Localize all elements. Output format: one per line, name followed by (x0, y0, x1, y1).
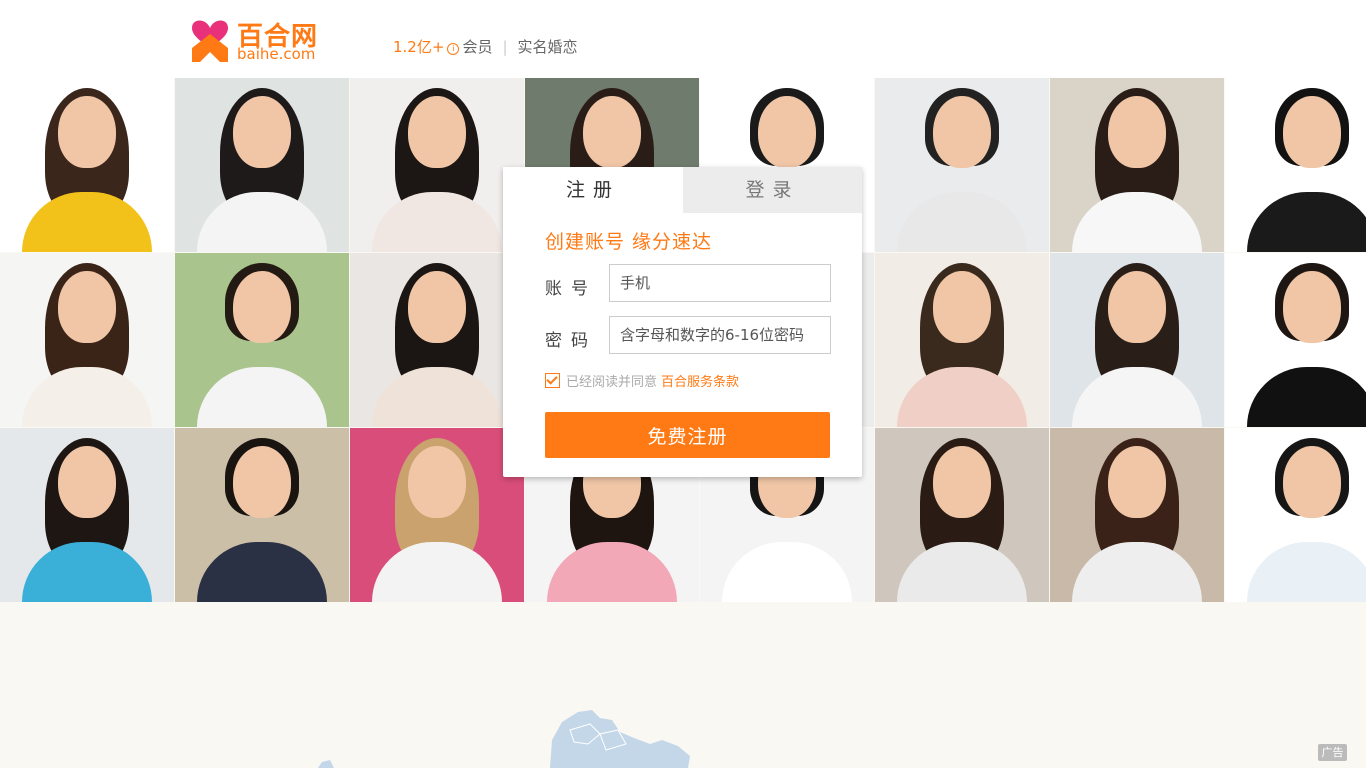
member-photo-female[interactable] (875, 253, 1049, 427)
account-label: 账号 (545, 279, 588, 299)
slogan-separator: | (502, 37, 508, 56)
member-photo-female[interactable] (0, 253, 174, 427)
china-map-graphic (318, 710, 690, 768)
auth-tabs: 注册 登录 (503, 167, 862, 213)
tab-register[interactable]: 注册 (503, 167, 683, 213)
member-photo-female[interactable] (175, 78, 349, 252)
free-register-button[interactable]: 免费注册 (545, 412, 830, 458)
account-row: 账号 (545, 264, 835, 304)
member-photo-female[interactable] (1050, 78, 1224, 252)
member-photo-male[interactable] (1225, 253, 1366, 427)
ad-label: 广告 (1318, 744, 1347, 761)
member-photo-male[interactable] (875, 78, 1049, 252)
member-photo-female[interactable] (350, 253, 524, 427)
tab-login[interactable]: 登录 (683, 167, 862, 213)
agree-text: 已经阅读并同意 (566, 375, 658, 390)
terms-link[interactable]: 百合服务条款 (661, 371, 739, 390)
members-label: 会员 (462, 38, 493, 56)
member-photo-female[interactable] (350, 78, 524, 252)
baihe-logo-icon (192, 20, 228, 62)
member-photo-male[interactable] (1225, 78, 1366, 252)
password-label: 密码 (545, 331, 588, 351)
info-badge-icon: i (447, 42, 460, 55)
member-photo-male[interactable] (175, 428, 349, 602)
register-panel: 注册 登录 创建账号 缘分速达 账号 密码 已经阅读并同意 百合服务条款 免费注… (503, 167, 862, 477)
member-photo-male[interactable] (175, 253, 349, 427)
member-photo-female[interactable] (1050, 253, 1224, 427)
logo-text-en: baihe.com (237, 45, 316, 63)
logo[interactable]: 百合网 baihe.com (190, 14, 330, 64)
agree-row: 已经阅读并同意 百合服务条款 (545, 371, 739, 390)
member-photo-female[interactable] (0, 428, 174, 602)
slogan: 1.2亿+ i 会员 | 实名婚恋 (393, 36, 578, 57)
member-count: 1.2亿+ (393, 38, 445, 56)
register-tagline: 创建账号 缘分速达 (545, 231, 713, 253)
password-input[interactable] (609, 316, 831, 354)
header: 百合网 baihe.com 1.2亿+ i 会员 | 实名婚恋 (0, 0, 1366, 78)
account-input[interactable] (609, 264, 831, 302)
member-photo-male[interactable] (1225, 428, 1366, 602)
member-photo-female[interactable] (1050, 428, 1224, 602)
member-photo-female[interactable] (0, 78, 174, 252)
real-name-label: 实名婚恋 (517, 38, 578, 56)
member-photo-female[interactable] (350, 428, 524, 602)
member-photo-female[interactable] (875, 428, 1049, 602)
password-row: 密码 (545, 316, 835, 356)
agree-checkbox[interactable] (545, 373, 560, 388)
